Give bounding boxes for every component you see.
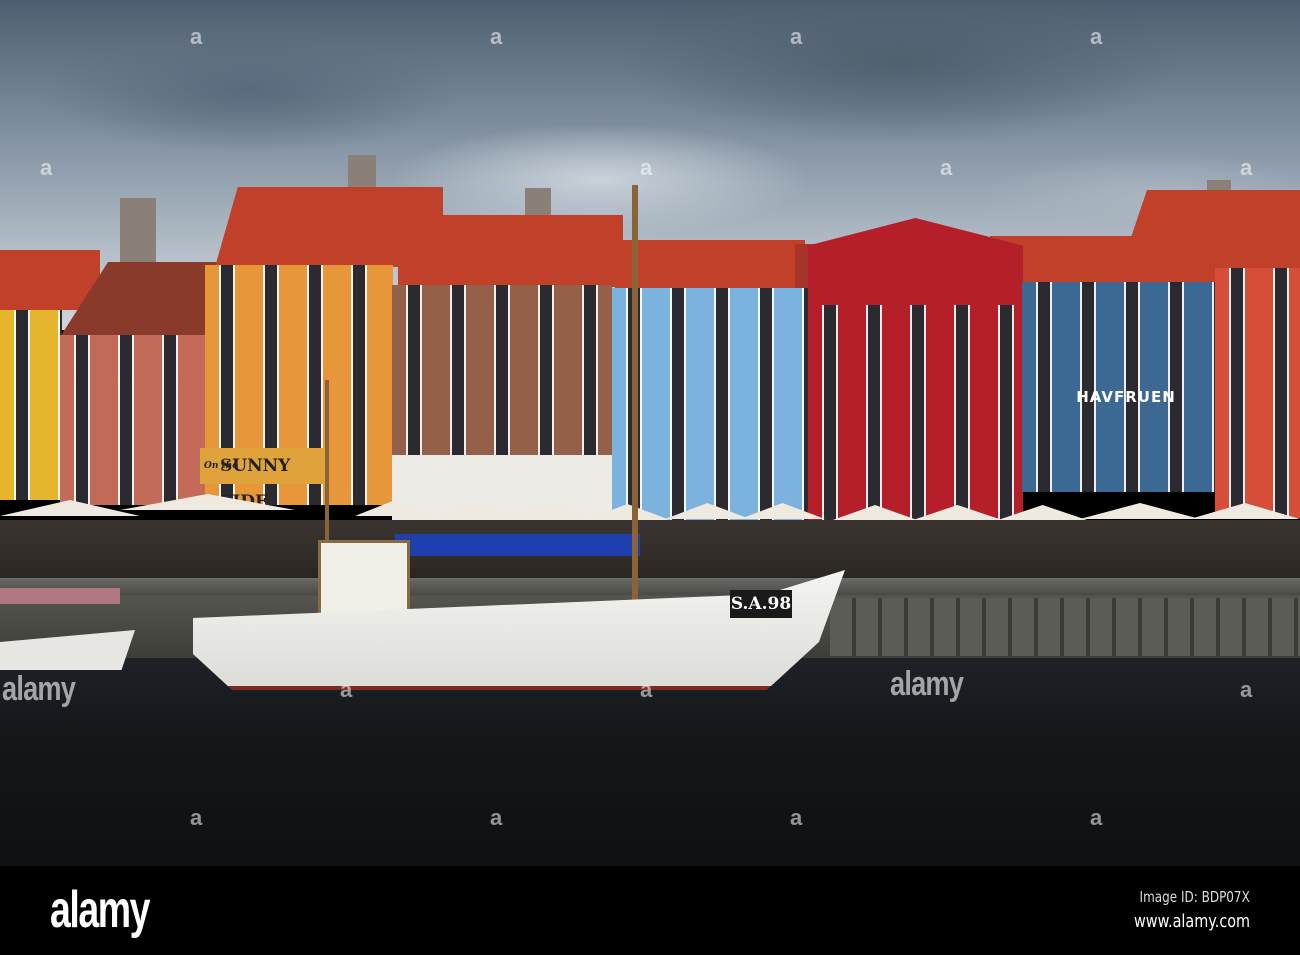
brick-house (392, 285, 612, 455)
alamy-logo: alamy (50, 881, 150, 939)
watermark-letter: a (490, 24, 503, 49)
light-blue-house (612, 288, 808, 520)
quay-pilings (830, 598, 1300, 656)
watermark-letter: a (190, 24, 203, 49)
dark-blue-house (1022, 282, 1217, 492)
watermark-letter: a (490, 805, 503, 830)
chimney (120, 198, 156, 263)
roof (615, 240, 805, 290)
boat-cover (0, 588, 120, 604)
watermark-letter: a (940, 155, 953, 180)
yellow-house (0, 310, 62, 500)
watermark-letter: a (1090, 805, 1103, 830)
watermark-letter: a (790, 805, 803, 830)
watermark-letter: a (40, 155, 53, 180)
watermark-logo: alamy (2, 670, 76, 708)
watermark-footer (0, 866, 1300, 955)
havfruen-sign: HAVFRUEN (1076, 388, 1176, 406)
roof (1120, 190, 1300, 270)
sunny-side-sign: On the SUNNY SIDE (200, 448, 328, 512)
boat-mast (632, 185, 638, 615)
watermark-letter: a (340, 677, 353, 702)
watermark-letter: a (640, 155, 653, 180)
watermark-letter: a (1240, 677, 1253, 702)
boat-registration: S.A.98 (730, 590, 792, 618)
roof (398, 215, 623, 287)
watermark-letter: a (640, 677, 653, 702)
watermark-logo: alamy (890, 665, 964, 703)
salmon-house (60, 335, 210, 505)
umbrella (1080, 503, 1200, 519)
cafe-crowd (0, 520, 1300, 580)
watermark-letter: a (1240, 155, 1253, 180)
orange-red-house (1215, 268, 1300, 518)
blue-tarp (395, 534, 640, 556)
watermark-letter: a (190, 805, 203, 830)
watermark-letter: a (1090, 24, 1103, 49)
sign-prefix: On the (204, 461, 238, 471)
watermark-letter: a (790, 24, 803, 49)
alamy-url: www.alamy.com (1133, 911, 1250, 932)
image-id: Image ID: BDP07X (1139, 888, 1250, 906)
red-house (808, 305, 1023, 520)
